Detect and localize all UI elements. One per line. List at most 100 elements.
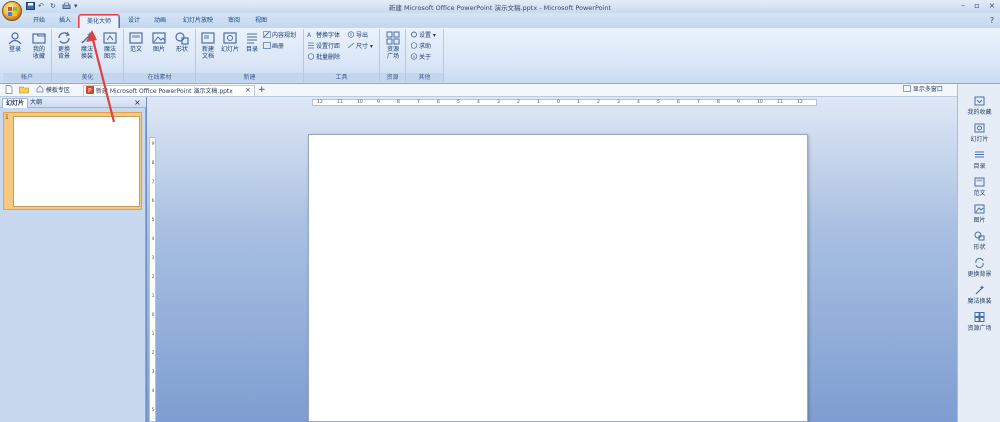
show-multi-window-toggle[interactable]: 显示多窗口 — [903, 85, 943, 95]
resource-plaza-button[interactable]: 资源 广场 — [381, 31, 405, 60]
side-panel-item[interactable]: 我的收藏 — [958, 96, 1000, 116]
group-new: 新建 文档 幻灯片 目录 内容规划 画册 新建 — [196, 29, 304, 82]
document-tab-bar: 模板专区 P 新建 Microsoft Office PowerPoint 演示… — [0, 84, 1000, 97]
help-icon[interactable]: ? — [985, 16, 999, 25]
side-panel-item[interactable]: 更换背景 — [958, 258, 1000, 278]
tab-animation[interactable]: 动画 — [149, 15, 171, 28]
about-button[interactable]: 关于 — [410, 53, 431, 62]
side-panel-item-label: 更换背景 — [967, 271, 992, 278]
side-panel-item-label: 幻灯片 — [970, 136, 989, 143]
group-label: 帐户 — [3, 73, 51, 82]
ruler-tick-label: 8 — [717, 100, 720, 105]
tab-outline[interactable]: 大纲 — [27, 98, 45, 108]
image-icon — [152, 32, 166, 44]
maximize-icon[interactable]: ▫ — [970, 1, 984, 10]
album-button[interactable]: 画册 — [263, 42, 284, 51]
add-tab-button[interactable]: + — [258, 85, 266, 96]
powerpoint-icon: P — [86, 86, 94, 95]
close-doc-tab-icon[interactable]: × — [245, 85, 251, 96]
my-favorites-button[interactable]: 我的 收藏 — [27, 31, 51, 60]
user-icon — [8, 32, 22, 45]
new-document-button[interactable]: 新建 文档 — [196, 31, 220, 60]
magic-dress-button[interactable]: 魔法 换装 — [75, 31, 99, 60]
tab-slideshow[interactable]: 幻灯片放映 — [178, 15, 218, 28]
info-icon — [410, 53, 418, 60]
tab-template-zone[interactable]: 模板专区 — [36, 85, 70, 96]
new-slide-button[interactable]: 幻灯片 — [218, 31, 242, 53]
side-panel-item-label: 形状 — [973, 244, 986, 251]
album-icon — [263, 42, 271, 49]
tab-review[interactable]: 审阅 — [223, 15, 245, 28]
side-panel-item[interactable]: 目录 — [958, 150, 1000, 170]
export-button[interactable]: 导出 — [347, 31, 368, 40]
ribbon-tabs: 开始 插入 美化大师 设计 动画 幻灯片放映 审阅 视图 ? — [0, 13, 1000, 29]
image-button[interactable]: 图片 — [147, 31, 171, 53]
ruler-tick-label: 3 — [497, 100, 500, 105]
ruler-tick-label: 4 — [151, 389, 155, 394]
refresh-icon — [58, 31, 70, 44]
replace-font-button[interactable]: A 替换字体 — [307, 31, 340, 40]
new-file-icon[interactable] — [5, 85, 13, 96]
ruler-tick-label: 4 — [477, 100, 480, 105]
ruler-tick-label: 8 — [397, 100, 400, 105]
side-panel-item[interactable]: 范文 — [958, 177, 1000, 197]
group-label: 工具 — [304, 73, 379, 82]
svg-text:A: A — [307, 32, 312, 38]
group-tools: A 替换字体 设置行距 批量删除 导出 尺寸 ▾ 工具 — [304, 29, 380, 82]
shape-button[interactable]: 形状 — [170, 31, 194, 53]
line-spacing-button[interactable]: 设置行距 — [307, 42, 340, 51]
slide-icon — [223, 32, 237, 44]
content-plan-button[interactable]: 内容规划 — [263, 31, 296, 40]
side-panel-item[interactable]: 图片 — [958, 204, 1000, 224]
side-panel-item-label: 目录 — [973, 163, 986, 170]
ruler-tick-label: 2 — [151, 275, 155, 280]
group-online-assets: 范文 图片 形状 在线素材 — [124, 29, 196, 82]
ruler-tick-label: 7 — [417, 100, 420, 105]
slide-thumbnail-selected[interactable]: 1 — [3, 112, 142, 210]
ruler-tick-label: 4 — [151, 237, 155, 242]
tab-insert[interactable]: 插入 — [54, 15, 76, 28]
ruler-tick-label: 12 — [317, 100, 323, 105]
refresh-icon — [975, 258, 984, 268]
help-circle-icon — [410, 42, 418, 49]
panel-tabs: 幻灯片 大纲 × — [0, 97, 146, 108]
dimension-button[interactable]: 尺寸 ▾ — [347, 42, 373, 51]
toc-button[interactable]: 目录 — [240, 31, 264, 53]
slide-thumbnail[interactable] — [13, 116, 140, 207]
tab-view[interactable]: 视图 — [250, 15, 272, 28]
side-panel-item-label: 图片 — [973, 217, 986, 224]
tab-slides[interactable]: 幻灯片 — [2, 98, 29, 108]
template-icon — [974, 177, 985, 187]
batch-delete-button[interactable]: 批量删除 — [307, 53, 340, 62]
tab-beautify-master[interactable]: 美化大师 — [78, 14, 120, 29]
ruler-tick-label: 12 — [797, 100, 803, 105]
template-icon — [129, 32, 143, 44]
login-button[interactable]: 登录 — [3, 31, 27, 53]
slide-workspace: 12 11 10 9 8 7 6 5 4 3 2 1 0 1 2 3 4 5 6 7 8 9 10 11 12 98765432… — [147, 97, 957, 422]
minimize-icon[interactable]: – — [956, 1, 970, 10]
ruler-tick-label: 5 — [657, 100, 660, 105]
office-button[interactable] — [2, 1, 22, 21]
settings-button[interactable]: 设置 ▾ — [410, 31, 436, 40]
close-icon[interactable]: × — [985, 1, 999, 10]
side-panel-item[interactable]: 魔法换装 — [958, 285, 1000, 305]
side-panel-item[interactable]: 幻灯片 — [958, 123, 1000, 143]
ribbon: 登录 我的 收藏 帐户 更换 背景 魔法 换装 魔法 图示 美化 范文 图片 形… — [0, 28, 1000, 84]
magic-icon — [975, 285, 985, 295]
help-button[interactable]: 求助 — [410, 42, 431, 51]
slide-canvas[interactable] — [308, 134, 808, 422]
magic-diagram-button[interactable]: 魔法 图示 — [98, 31, 122, 60]
ruler-tick-label: 0 — [557, 100, 560, 105]
ruler-tick-label: 4 — [637, 100, 640, 105]
close-panel-icon[interactable]: × — [131, 98, 144, 108]
line-spacing-icon — [308, 42, 314, 49]
change-background-button[interactable]: 更换 背景 — [52, 31, 76, 60]
ruler-tick-label: 2 — [517, 100, 520, 105]
side-panel-item[interactable]: 资源广场 — [958, 312, 1000, 332]
open-folder-icon[interactable] — [19, 85, 29, 96]
template-button[interactable]: 范文 — [124, 31, 148, 53]
tab-document[interactable]: P 新建 Microsoft Office PowerPoint 演示文稿.pp… — [83, 85, 255, 96]
tab-design[interactable]: 设计 — [123, 15, 145, 28]
tab-home[interactable]: 开始 — [28, 15, 50, 28]
side-panel-item[interactable]: 形状 — [958, 231, 1000, 251]
